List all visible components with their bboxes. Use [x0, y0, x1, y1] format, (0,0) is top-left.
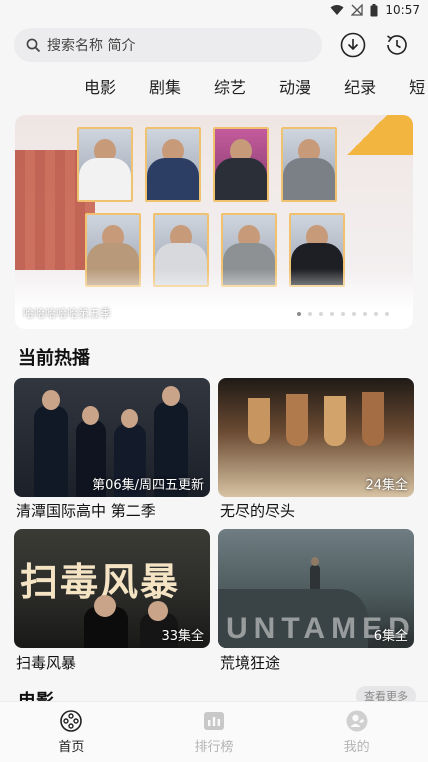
carousel-dot[interactable]: [363, 312, 367, 316]
carousel-dot[interactable]: [352, 312, 356, 316]
poster-title[interactable]: 清潭国际高中 第二季: [16, 500, 156, 521]
banner-photo: [213, 127, 269, 202]
nav-label: 首页: [58, 740, 85, 755]
wifi-icon: [330, 5, 344, 15]
download-icon[interactable]: [340, 32, 366, 58]
nav-label: 我的: [343, 740, 370, 755]
poster-title[interactable]: 无尽的尽头: [220, 500, 295, 521]
no-signal-icon: [351, 4, 364, 16]
carousel-dot[interactable]: [308, 312, 312, 316]
film-reel-icon: [60, 710, 83, 732]
tab-movie[interactable]: 电影: [84, 74, 116, 98]
poster-title[interactable]: 荒境狂途: [220, 652, 280, 673]
poster-card[interactable]: 扫毒风暴 33集全: [14, 529, 210, 648]
search-row: 搜索名称 简介: [14, 27, 416, 63]
status-bar: 10:57: [0, 0, 428, 20]
search-input[interactable]: 搜索名称 简介: [14, 28, 322, 62]
banner-corner-decoration: [343, 115, 413, 155]
ranking-icon: [203, 712, 224, 730]
poster-card[interactable]: 24集全: [218, 378, 414, 497]
history-icon[interactable]: [384, 32, 410, 58]
nav-home[interactable]: 首页: [16, 709, 126, 755]
banner-carousel[interactable]: 哈哈哈哈哈第五季: [15, 115, 413, 329]
tab-variety[interactable]: 综艺: [214, 74, 246, 98]
episode-badge: 第06集/周四五更新: [92, 478, 204, 493]
poster-card[interactable]: UNTAMED 6集全: [218, 529, 414, 648]
carousel-dot[interactable]: [341, 312, 345, 316]
category-tabs: 电影 剧集 综艺 动漫 纪录 短: [84, 74, 425, 98]
section-title-hot: 当前热播: [18, 348, 90, 369]
episode-badge: 33集全: [161, 629, 204, 644]
banner-caption: 哈哈哈哈哈第五季: [23, 307, 111, 320]
carousel-dot[interactable]: [374, 312, 378, 316]
banner-photo: [145, 127, 201, 202]
carousel-dot[interactable]: [319, 312, 323, 316]
poster-title[interactable]: 扫毒风暴: [16, 652, 76, 673]
carousel-dot[interactable]: [330, 312, 334, 316]
episode-badge: 24集全: [365, 478, 408, 493]
tab-series[interactable]: 剧集: [149, 74, 181, 98]
banner-photo: [281, 127, 337, 202]
episode-badge: 6集全: [373, 629, 408, 644]
profile-icon: [346, 710, 368, 732]
carousel-dot[interactable]: [385, 312, 389, 316]
nav-ranking[interactable]: 排行榜: [159, 709, 269, 755]
tab-short[interactable]: 短: [409, 74, 425, 98]
tab-documentary[interactable]: 纪录: [344, 74, 376, 98]
banner-photo: [77, 127, 133, 202]
tab-anime[interactable]: 动漫: [279, 74, 311, 98]
carousel-dots: [297, 312, 389, 316]
poster-card[interactable]: 第06集/周四五更新: [14, 378, 210, 497]
search-icon: [26, 38, 41, 52]
search-placeholder: 搜索名称 简介: [47, 38, 136, 54]
carousel-dot[interactable]: [297, 312, 301, 316]
nav-profile[interactable]: 我的: [302, 709, 412, 755]
nav-label: 排行榜: [194, 740, 234, 755]
status-time: 10:57: [385, 3, 420, 17]
battery-icon: [370, 3, 378, 16]
bottom-nav: 首页 排行榜 我的: [0, 701, 428, 762]
